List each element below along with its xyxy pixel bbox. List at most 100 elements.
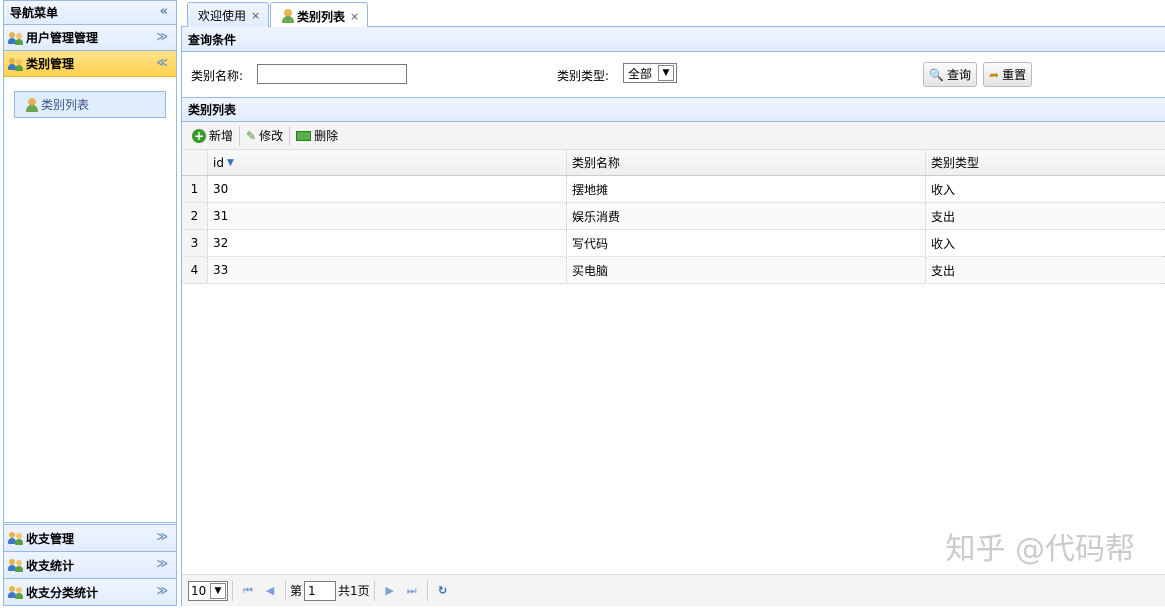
cell-id: 31 — [208, 203, 567, 229]
chevron-down-icon: ▼ — [210, 582, 226, 599]
page-number-input[interactable]: 1 — [304, 580, 337, 601]
users-icon — [8, 31, 24, 45]
category-type-label: 类别类型: — [557, 69, 610, 83]
pencil-icon: ✎ — [246, 128, 257, 143]
table-row[interactable]: 2 31 娱乐消费 支出 — [182, 203, 1165, 230]
delete-button[interactable]: 删除 — [290, 125, 344, 147]
row-number: 3 — [182, 230, 208, 256]
add-button[interactable]: + 新增 — [186, 125, 239, 147]
tab-label: 欢迎使用 — [198, 9, 247, 23]
category-name-input[interactable] — [257, 64, 407, 84]
accordion-income-expense-stats[interactable]: 收支统计 ≫ — [4, 551, 176, 578]
cell-type: 收入 — [931, 236, 956, 251]
users-icon — [8, 558, 24, 572]
page-size-value: 10 — [191, 583, 207, 598]
add-icon: + — [192, 128, 206, 143]
users-icon — [8, 585, 24, 599]
pager-divider — [426, 580, 428, 601]
column-header-name[interactable]: 类别名称 — [567, 150, 926, 175]
pager-divider — [285, 580, 286, 601]
query-header: 查询条件 — [182, 27, 1165, 52]
cell-type: 支出 — [931, 209, 956, 224]
tab-category-list[interactable]: 类别列表 × — [270, 2, 369, 29]
accordion-label: 类别管理 — [26, 57, 75, 71]
table-header: id ▼ 类别名称 类别类型 — [182, 150, 1165, 176]
add-button-label: 新增 — [209, 129, 234, 143]
accordion-user-management[interactable]: 用户管理管理 ≫ — [4, 25, 176, 51]
close-icon[interactable]: × — [350, 10, 359, 23]
chevron-down-icon: ▼ — [658, 65, 674, 81]
category-type-select[interactable]: 全部 ▼ — [623, 63, 677, 83]
close-icon[interactable]: × — [251, 9, 260, 22]
accordion-category-stats[interactable]: 收支分类统计 ≫ — [4, 578, 176, 605]
tab-label: 类别列表 — [297, 9, 346, 24]
list-toolbar: + 新增 ✎ 修改 删除 — [182, 122, 1165, 150]
app: 导航菜单 « 用户管理管理 ≫ 类别管理 ≪ 类别列表 收支管理 ≫ 收支统计 … — [0, 0, 1165, 608]
column-header-label: id — [213, 155, 224, 170]
users-icon — [8, 57, 24, 71]
column-header-id[interactable]: id ▼ — [208, 150, 567, 175]
user-icon — [25, 97, 39, 112]
table-body: 1 30 摆地摊 收入 2 31 娱乐消费 支出 3 32 写代码 收入 4 3… — [182, 176, 1165, 567]
search-button[interactable]: 🔍 查询 — [923, 62, 977, 87]
accordion-body: 类别列表 — [4, 77, 176, 523]
accordion-label: 收支管理 — [26, 531, 75, 546]
sidebar-title: 导航菜单 — [10, 6, 59, 20]
edit-button[interactable]: ✎ 修改 — [240, 125, 289, 147]
row-number: 4 — [182, 257, 208, 283]
cell-id: 32 — [208, 230, 567, 256]
next-page-icon[interactable]: ▶ — [379, 584, 401, 597]
chevron-up-icon: ≪ — [156, 56, 168, 69]
user-icon — [281, 9, 295, 23]
accordion-category-management[interactable]: 类别管理 ≪ — [4, 51, 176, 77]
sidebar-header: 导航菜单 « — [4, 1, 176, 25]
search-icon: 🔍 — [929, 67, 944, 82]
accordion-label: 用户管理管理 — [26, 31, 99, 45]
column-header-type[interactable]: 类别类型 — [926, 150, 1165, 175]
cell-type: 收入 — [931, 182, 956, 197]
accordion-income-expense-management[interactable]: 收支管理 ≫ — [4, 524, 176, 551]
sort-desc-icon: ▼ — [226, 157, 234, 168]
last-page-icon[interactable]: ⏭ — [401, 584, 423, 598]
page-prefix: 第 — [290, 584, 303, 598]
pager-divider — [373, 580, 375, 601]
accordion-label: 收支统计 — [26, 558, 75, 573]
row-number: 2 — [182, 203, 208, 229]
row-number: 1 — [182, 176, 208, 202]
sidebar-item-label: 类别列表 — [41, 98, 90, 112]
delete-button-label: 删除 — [314, 129, 339, 143]
tab-welcome[interactable]: 欢迎使用 × — [187, 2, 270, 28]
prev-page-icon[interactable]: ◀ — [259, 584, 281, 597]
refresh-icon[interactable]: ↻ — [432, 584, 454, 597]
page-total: 共1页 — [338, 584, 370, 598]
select-value: 全部 — [628, 66, 653, 81]
users-icon — [8, 531, 24, 545]
accordion-label: 收支分类统计 — [26, 585, 99, 600]
sidebar-item-category-list[interactable]: 类别列表 — [14, 91, 166, 118]
pagination: 10 ▼ ⏮ ◀ 第 1 共1页 ▶ ⏭ ↻ — [182, 574, 1165, 606]
row-number-header — [182, 150, 208, 175]
search-button-label: 查询 — [946, 68, 971, 82]
column-header-label: 类别名称 — [572, 156, 621, 170]
tab-content: 查询条件 类别名称: 类别类型: 全部 ▼ 🔍 查询 ➦ 重置 类别列表 + 新… — [181, 27, 1165, 606]
table-row[interactable]: 3 32 写代码 收入 — [182, 230, 1165, 257]
table-row[interactable]: 1 30 摆地摊 收入 — [182, 176, 1165, 203]
page-size-select[interactable]: 10 ▼ — [188, 580, 228, 601]
category-name-label: 类别名称: — [191, 69, 244, 83]
sidebar: 导航菜单 « 用户管理管理 ≫ 类别管理 ≪ 类别列表 收支管理 ≫ 收支统计 … — [3, 0, 177, 606]
tab-bar: 欢迎使用 × 类别列表 × — [181, 0, 1165, 29]
pager-divider — [232, 580, 233, 601]
table-row[interactable]: 4 33 买电脑 支出 — [182, 257, 1165, 284]
edit-button-label: 修改 — [259, 129, 284, 143]
sidebar-bottom-accordions: 收支管理 ≫ 收支统计 ≫ 收支分类统计 ≫ — [4, 524, 176, 605]
remove-icon — [296, 130, 312, 141]
cell-name: 摆地摊 — [567, 176, 926, 202]
first-page-icon[interactable]: ⏮ — [237, 584, 259, 598]
cell-type: 支出 — [931, 263, 956, 278]
collapse-icon[interactable]: « — [160, 4, 168, 19]
reset-icon: ➦ — [989, 67, 1000, 82]
chevron-down-icon: ≫ — [156, 530, 168, 543]
cell-name: 买电脑 — [567, 257, 926, 283]
reset-button[interactable]: ➦ 重置 — [983, 62, 1033, 87]
query-form: 类别名称: 类别类型: 全部 ▼ 🔍 查询 ➦ 重置 — [182, 52, 1165, 97]
